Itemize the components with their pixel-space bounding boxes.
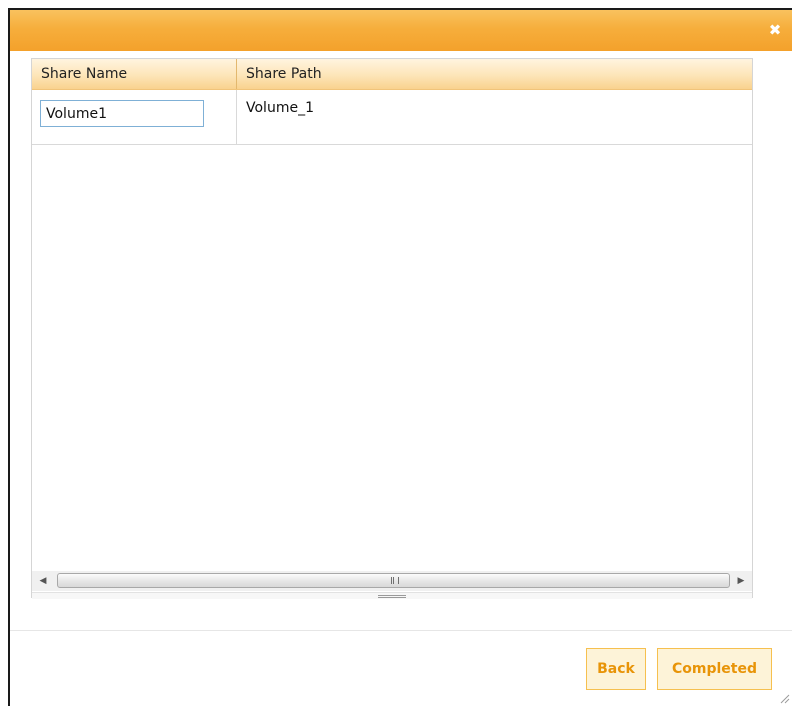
resize-corner-icon[interactable] (780, 694, 790, 704)
horizontal-scrollbar[interactable]: ◀ ▶ (32, 571, 752, 591)
share-grid: Share Name Share Path Volume_1 ◀ ▶ (31, 58, 753, 599)
scroll-right-icon[interactable]: ▶ (733, 573, 749, 589)
back-button[interactable]: Back (586, 648, 646, 690)
grid-resize-handle[interactable] (32, 592, 752, 599)
scrollbar-thumb[interactable] (57, 573, 730, 588)
scroll-left-icon[interactable]: ◀ (35, 573, 51, 589)
share-setup-dialog: ✖ Share Name Share Path Volume_1 ◀ ▶ Bac… (8, 8, 792, 706)
footer-divider (10, 630, 792, 631)
column-header-share-name[interactable]: Share Name (32, 59, 237, 89)
completed-button[interactable]: Completed (657, 648, 772, 690)
grid-header: Share Name Share Path (32, 59, 752, 90)
close-icon[interactable]: ✖ (767, 22, 783, 38)
share-name-input[interactable] (40, 100, 204, 127)
grip-icon (390, 577, 399, 584)
table-row[interactable]: Volume_1 (32, 90, 752, 145)
share-path-cell: Volume_1 (246, 100, 314, 116)
dialog-titlebar[interactable]: ✖ (10, 10, 792, 51)
resize-grip-icon (378, 595, 406, 598)
column-header-share-path[interactable]: Share Path (237, 59, 752, 89)
share-name-cell (32, 90, 237, 144)
